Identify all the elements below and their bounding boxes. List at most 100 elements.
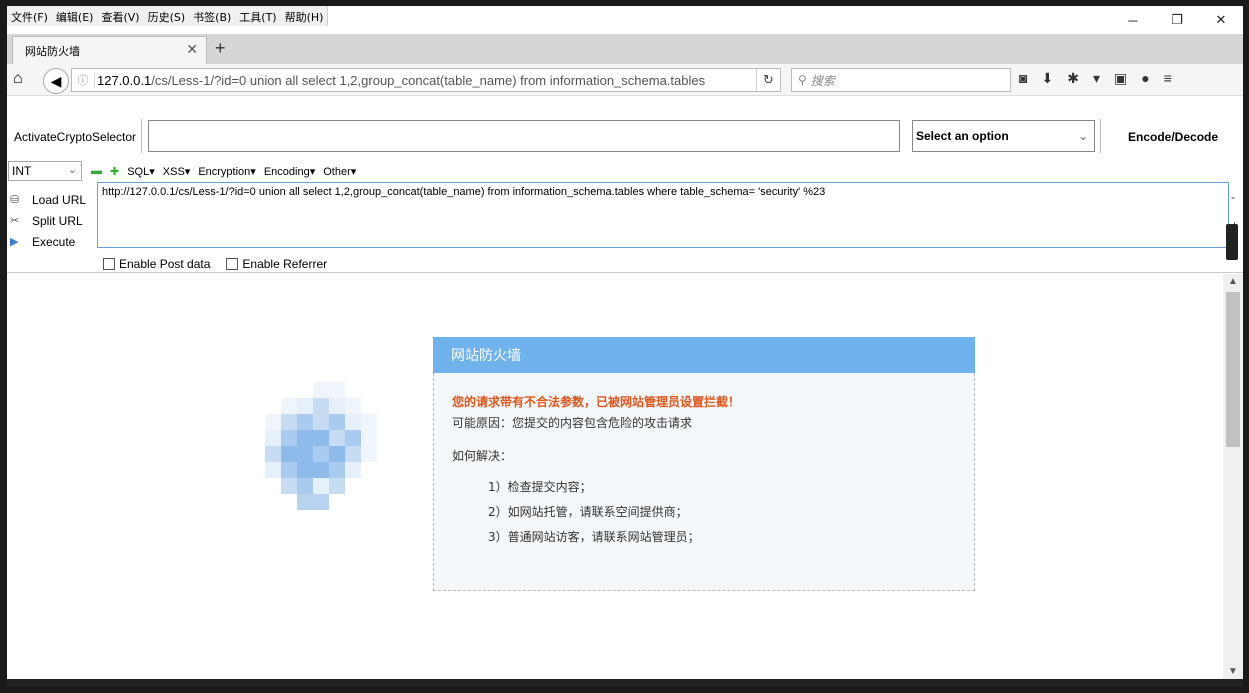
sidebar-icon[interactable]: ▣ xyxy=(1114,70,1127,87)
menu-sql[interactable]: SQL▾ xyxy=(127,165,155,178)
menu-bookmarks[interactable]: 书签(B) xyxy=(189,6,235,26)
menu-history[interactable]: 历史(S) xyxy=(144,6,190,26)
mosaic-pixel xyxy=(281,478,297,494)
hamburger-menu-icon[interactable]: ≡ xyxy=(1164,70,1172,87)
int-value: INT xyxy=(12,164,32,178)
url-textarea[interactable]: http://127.0.0.1/cs/Less-1/?id=0 union a… xyxy=(97,182,1229,248)
extension-icon[interactable]: ✱ xyxy=(1067,70,1079,87)
firewall-box: 网站防火墙 您的请求带有不合法参数，已被网站管理员设置拦截！ 可能原因：您提交的… xyxy=(433,337,975,591)
back-button[interactable]: ◀ xyxy=(43,68,69,94)
minus-icon[interactable]: ▬ xyxy=(91,165,102,178)
crypto-select[interactable]: Select an option ⌄ xyxy=(912,120,1095,152)
crypto-input[interactable] xyxy=(148,120,900,152)
select-value: Select an option xyxy=(916,129,1009,143)
dropdown-icon[interactable]: ▾ xyxy=(1093,70,1100,87)
execute-label: Execute xyxy=(32,234,76,249)
search-input[interactable]: ⚲ 搜索 xyxy=(791,68,1011,92)
mosaic-pixel xyxy=(329,478,345,494)
firewall-title: 网站防火墙 xyxy=(433,337,975,373)
step-item: 3）普通网站访客，请联系网站管理员； xyxy=(488,530,700,544)
scroll-down-icon[interactable]: ▼ xyxy=(1228,666,1238,677)
mosaic-pixel xyxy=(329,414,345,430)
reload-icon[interactable]: ↻ xyxy=(756,69,780,91)
avatar-icon[interactable]: ● xyxy=(1141,70,1149,87)
scroll-up-icon[interactable]: ▲ xyxy=(1228,276,1238,287)
menu-file[interactable]: 文件(F) xyxy=(7,6,52,26)
mosaic-pixel xyxy=(313,494,329,510)
search-placeholder: 搜索 xyxy=(810,73,835,88)
menu-view[interactable]: 查看(V) xyxy=(97,6,143,26)
minimize-icon[interactable]: ─ xyxy=(1111,6,1155,34)
tab-firewall[interactable]: 网站防火墙 ✕ xyxy=(12,36,207,64)
mosaic-pixel xyxy=(297,462,313,478)
resize-grip[interactable] xyxy=(1226,224,1238,260)
enable-post-label: Enable Post data xyxy=(119,257,211,271)
url-bar[interactable]: ⓘ 127.0.0.1/cs/Less-1/?id=0 union all se… xyxy=(71,68,781,92)
download-icon[interactable]: ⬇ xyxy=(1041,70,1053,87)
step-item: 1）检查提交内容； xyxy=(488,480,592,494)
split-url-button[interactable]: ✂ Split URL xyxy=(10,210,86,231)
pixelated-illustration xyxy=(249,382,379,522)
enable-post-checkbox[interactable]: Enable Post data xyxy=(103,257,210,271)
options-row: Enable Post data Enable Referrer xyxy=(103,257,327,271)
mosaic-pixel xyxy=(265,462,281,478)
mosaic-pixel xyxy=(345,430,361,446)
play-icon: ▶ xyxy=(10,236,19,248)
menu-bar: 文件(F) 编辑(E) 查看(V) 历史(S) 书签(B) 工具(T) 帮助(H… xyxy=(7,6,329,26)
mosaic-pixel xyxy=(313,462,329,478)
vertical-scrollbar[interactable]: ▲ ▼ xyxy=(1223,274,1243,679)
mosaic-pixel xyxy=(281,398,297,414)
load-url-button[interactable]: ⛁ Load URL xyxy=(10,189,86,210)
menu-encoding-label: Encoding xyxy=(263,166,310,178)
steps-list: 1）检查提交内容； 2）如网站托管，请联系空间提供商； 3）普通网站访客，请联系… xyxy=(452,478,956,545)
mosaic-pixel xyxy=(297,494,313,510)
encode-decode-button[interactable]: Encode/Decode xyxy=(1128,130,1218,144)
int-select[interactable]: INT ⌄ xyxy=(8,161,82,181)
hackbar-menu: ▬ ✚ SQL▾ XSS▾ Encryption▾ Encoding▾ Othe… xyxy=(91,165,356,178)
checkbox-box[interactable] xyxy=(103,258,115,270)
mosaic-pixel xyxy=(281,446,297,462)
how-text: 如何解决： xyxy=(452,449,513,463)
menu-xss[interactable]: XSS▾ xyxy=(163,165,191,178)
mosaic-pixel xyxy=(345,462,361,478)
mosaic-pixel xyxy=(265,446,281,462)
browser-window: 文件(F) 编辑(E) 查看(V) 历史(S) 书签(B) 工具(T) 帮助(H… xyxy=(7,6,1243,687)
menu-encoding[interactable]: Encoding▾ xyxy=(264,165,315,178)
reason-text: 可能原因：您提交的内容包含危险的攻击请求 xyxy=(452,416,693,430)
divider xyxy=(1100,119,1101,153)
menu-encryption-label: Encryption xyxy=(198,166,251,178)
plus-icon[interactable]: ✚ xyxy=(110,165,119,178)
toolbar-icons: ◙ ⬇ ✱ ▾ ▣ ● ≡ xyxy=(1019,70,1172,87)
new-tab-icon[interactable]: + xyxy=(215,38,226,59)
scissors-icon: ✂ xyxy=(10,215,20,227)
enable-referrer-label: Enable Referrer xyxy=(242,257,328,271)
mosaic-pixel xyxy=(265,414,281,430)
execute-button[interactable]: ▶ Execute xyxy=(10,231,86,252)
scroll-thumb[interactable] xyxy=(1226,292,1240,447)
menu-edit[interactable]: 编辑(E) xyxy=(52,6,98,26)
mosaic-pixel xyxy=(329,382,345,398)
menu-sql-label: SQL xyxy=(127,166,150,178)
close-tab-icon[interactable]: ✕ xyxy=(186,42,198,58)
menu-xss-label: XSS xyxy=(162,166,185,178)
title-bar: 文件(F) 编辑(E) 查看(V) 历史(S) 书签(B) 工具(T) 帮助(H… xyxy=(7,6,1243,34)
menu-tools[interactable]: 工具(T) xyxy=(235,6,280,26)
restore-icon[interactable]: ❐ xyxy=(1155,6,1199,34)
firewall-body: 您的请求带有不合法参数，已被网站管理员设置拦截！ 可能原因：您提交的内容包含危险… xyxy=(433,373,975,591)
home-icon[interactable]: ⌂ xyxy=(13,70,23,88)
mosaic-pixel xyxy=(281,414,297,430)
url-text[interactable]: 127.0.0.1/cs/Less-1/?id=0 union all sele… xyxy=(94,72,744,88)
menu-other[interactable]: Other▾ xyxy=(323,165,356,178)
mosaic-pixel xyxy=(345,446,361,462)
mosaic-pixel xyxy=(361,414,377,430)
alert-text: 您的请求带有不合法参数，已被网站管理员设置拦截！ xyxy=(452,395,741,409)
mosaic-pixel xyxy=(297,430,313,446)
close-window-icon[interactable]: ✕ xyxy=(1199,6,1243,34)
pocket-icon[interactable]: ◙ xyxy=(1019,70,1027,87)
enable-referrer-checkbox[interactable]: Enable Referrer xyxy=(226,257,327,271)
checkbox-box[interactable] xyxy=(226,258,239,270)
menu-encryption[interactable]: Encryption▾ xyxy=(198,165,256,178)
menu-help[interactable]: 帮助(H) xyxy=(281,6,328,26)
chevron-down-icon: ⌄ xyxy=(67,164,77,176)
info-icon[interactable]: ⓘ xyxy=(72,72,94,88)
